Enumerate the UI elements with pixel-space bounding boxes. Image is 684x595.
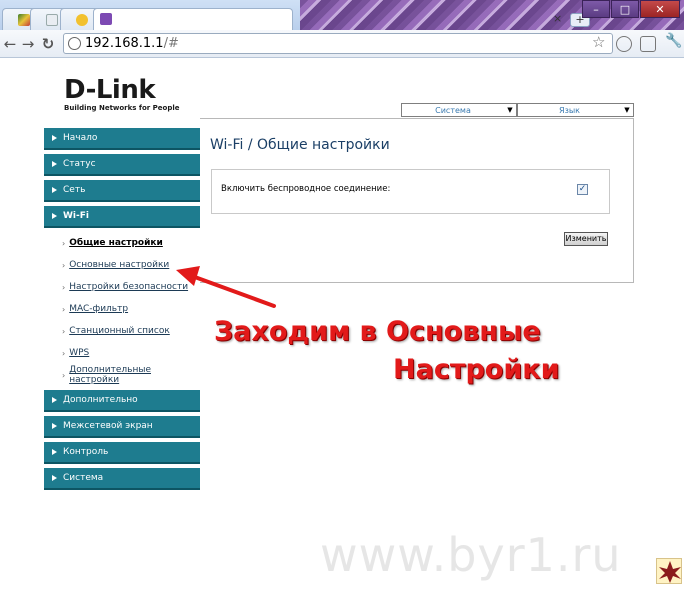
annotation-line-2: Настройки bbox=[393, 354, 560, 385]
browser-tabstrip: × + – □ ✕ bbox=[0, 0, 684, 30]
sidebar-item-control[interactable]: Контроль bbox=[44, 442, 200, 464]
close-window-button[interactable]: ✕ bbox=[640, 0, 680, 18]
url-text: 192.168.1.1/# bbox=[85, 36, 179, 51]
network-icon bbox=[46, 13, 58, 26]
extension-icon[interactable] bbox=[616, 36, 632, 52]
bullet-icon bbox=[52, 135, 57, 141]
page-menu-icon[interactable] bbox=[640, 36, 656, 52]
enable-wireless-checkbox[interactable]: ✓ bbox=[577, 184, 588, 195]
page-info-icon[interactable] bbox=[68, 37, 81, 50]
sidebar-item-status[interactable]: Статус bbox=[44, 154, 200, 176]
tab-close-icon[interactable]: × bbox=[553, 12, 562, 25]
bullet-icon bbox=[52, 397, 57, 403]
chevron-down-icon: ▼ bbox=[624, 106, 630, 114]
page-title: Wi-Fi / Общие настройки bbox=[210, 137, 390, 153]
logo-tagline: Building Networks for People bbox=[64, 104, 180, 112]
bullet-icon bbox=[52, 423, 57, 429]
sidebar-item-system[interactable]: Система bbox=[44, 468, 200, 490]
sidebar-item-firewall[interactable]: Межсетевой экран bbox=[44, 416, 200, 438]
bullet-icon bbox=[52, 475, 57, 481]
submenu-advanced-settings[interactable]: › Дополнительные настройки bbox=[62, 364, 200, 386]
screenshot-root: × + – □ ✕ ← → ↻ 192.168.1.1/# ☆ 🔧 D-Link… bbox=[0, 0, 684, 595]
google-maps-icon bbox=[18, 13, 30, 26]
submenu-wps[interactable]: › WPS bbox=[62, 342, 200, 364]
bullet-icon bbox=[52, 161, 57, 167]
chevron-down-icon: ▼ bbox=[507, 106, 513, 114]
sidebar-item-advanced[interactable]: Дополнительно bbox=[44, 390, 200, 412]
back-arrow-icon[interactable]: ← bbox=[2, 35, 18, 53]
bullet-icon bbox=[52, 187, 57, 193]
address-bar[interactable]: 192.168.1.1/# bbox=[63, 33, 613, 54]
sidebar-item-wifi[interactable]: Wi-Fi bbox=[44, 206, 200, 228]
settings-panel: Wi-Fi / Общие настройки Включить беспров… bbox=[200, 118, 634, 283]
sidebar-item-home[interactable]: Начало bbox=[44, 128, 200, 150]
reload-icon[interactable]: ↻ bbox=[40, 35, 56, 53]
watermark-text: www.byr1.ru bbox=[320, 528, 622, 582]
sidebar-item-network[interactable]: Сеть bbox=[44, 180, 200, 202]
wrench-icon[interactable]: 🔧 bbox=[665, 33, 682, 49]
apply-button[interactable]: Изменить bbox=[564, 232, 608, 246]
logo-brand: D-Link bbox=[64, 75, 156, 105]
system-select[interactable]: Система ▼ bbox=[401, 103, 517, 117]
minimize-button[interactable]: – bbox=[582, 0, 610, 18]
corner-emblem-icon bbox=[656, 558, 682, 584]
annotation-arrow-icon bbox=[176, 266, 276, 308]
dlink-logo: D-Link Building Networks for People bbox=[64, 75, 180, 112]
browser-tab-4[interactable] bbox=[93, 8, 293, 30]
language-select[interactable]: Язык ▼ bbox=[517, 103, 634, 117]
browser-toolbar: ← → ↻ 192.168.1.1/# bbox=[0, 30, 684, 58]
chart-icon bbox=[100, 13, 112, 25]
maximize-button[interactable]: □ bbox=[611, 0, 639, 18]
annotation-line-1: Заходим в Основные bbox=[214, 316, 541, 347]
forward-arrow-icon[interactable]: → bbox=[20, 35, 36, 53]
settings-box: Включить беспроводное соединение: ✓ bbox=[211, 169, 610, 214]
enable-wireless-label: Включить беспроводное соединение: bbox=[221, 184, 391, 194]
window-controls: – □ ✕ bbox=[582, 0, 680, 18]
smiley-icon bbox=[76, 13, 88, 26]
bullet-icon bbox=[52, 213, 57, 219]
submenu-station-list[interactable]: › Станционный список bbox=[62, 320, 200, 342]
submenu-general-settings[interactable]: › Общие настройки bbox=[62, 232, 200, 254]
bullet-icon bbox=[52, 449, 57, 455]
bookmark-star-icon[interactable]: ☆ bbox=[592, 33, 605, 51]
